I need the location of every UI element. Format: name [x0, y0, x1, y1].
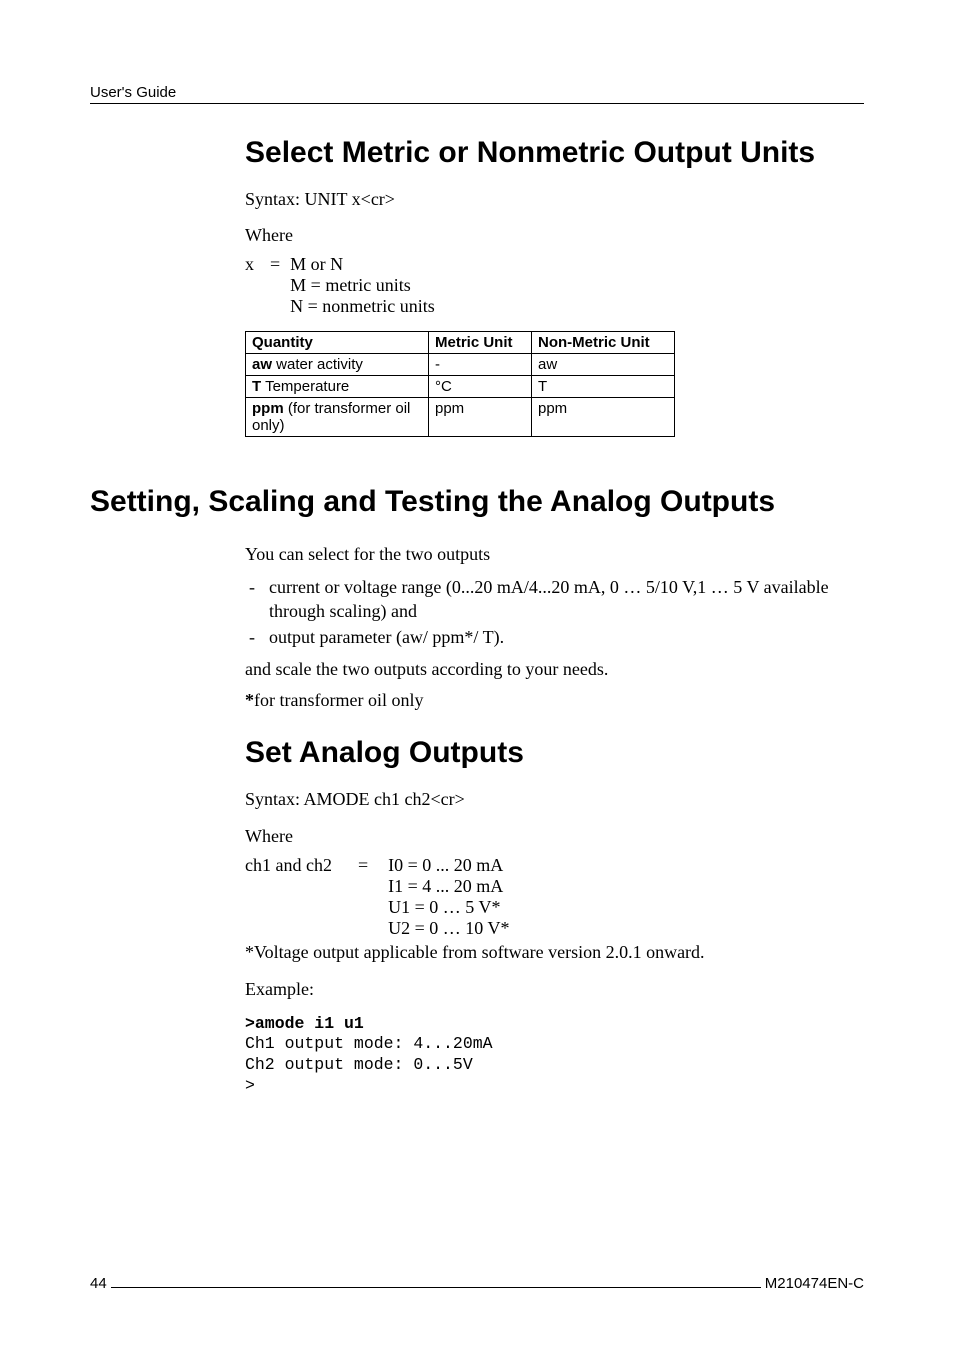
list-item: current or voltage range (0...20 mA/4...… — [245, 575, 864, 624]
footnote-transformer: *for transformer oil only — [245, 689, 864, 712]
code-line-2: Ch1 output mode: 4...20mA — [245, 1034, 493, 1053]
def-val-l1: M or N — [290, 254, 343, 274]
footer-rule — [111, 1287, 761, 1288]
running-header: User's Guide — [90, 84, 864, 104]
table-row: T Temperature °C T — [246, 376, 675, 398]
q-rest: Temperature — [261, 378, 349, 395]
cell-nonmetric: aw — [532, 354, 675, 376]
cell-metric: - — [429, 354, 532, 376]
header-label: User's Guide — [90, 84, 176, 101]
q-bold: aw — [252, 356, 272, 373]
def-l3: U1 = 0 … 5 V* — [388, 897, 500, 917]
q-bold: ppm — [252, 400, 284, 417]
def-val-l3: N = nonmetric units — [290, 296, 435, 316]
q-rest: water activity — [272, 356, 363, 373]
def-var: x — [245, 254, 260, 317]
def-eq: = — [338, 855, 388, 939]
def-l2: I1 = 4 ... 20 mA — [388, 876, 503, 896]
heading-setting-scaling: Setting, Scaling and Testing the Analog … — [90, 485, 864, 519]
syntax-unit: Syntax: UNIT x<cr> — [245, 188, 864, 211]
heading-set-analog: Set Analog Outputs — [245, 736, 864, 770]
example-code-block: >amode i1 u1 Ch1 output mode: 4...20mA C… — [245, 1014, 864, 1097]
def-l4: U2 = 0 … 10 V* — [388, 918, 509, 938]
where-label-1: Where — [245, 225, 864, 246]
cell-nonmetric: ppm — [532, 398, 675, 437]
def-val: M or N M = metric units N = nonmetric un… — [290, 254, 441, 317]
table-row: ppm (for transformer oil only) ppm ppm — [246, 398, 675, 437]
footnote-star: * — [245, 690, 254, 710]
cell-metric: °C — [429, 376, 532, 398]
cell-metric: ppm — [429, 398, 532, 437]
footnote-text: for transformer oil only — [254, 690, 423, 710]
where-label-2: Where — [245, 826, 864, 847]
list-item: output parameter (aw/ ppm*/ T). — [245, 625, 864, 649]
heading-select-metric: Select Metric or Nonmetric Output Units — [245, 136, 864, 170]
intro-para: You can select for the two outputs — [245, 543, 864, 566]
def-l1: I0 = 0 ... 20 mA — [388, 855, 503, 875]
code-line-4: > — [245, 1076, 255, 1095]
th-nonmetric: Non-Metric Unit — [532, 332, 675, 354]
def-var: ch1 and ch2 — [245, 855, 338, 939]
unit-def-table: x = M or N M = metric units N = nonmetri… — [245, 254, 441, 317]
page-number: 44 — [90, 1275, 107, 1292]
document-id: M210474EN-C — [765, 1275, 864, 1292]
example-label: Example: — [245, 978, 864, 1001]
units-table: Quantity Metric Unit Non-Metric Unit aw … — [245, 331, 675, 437]
q-bold: T — [252, 378, 261, 395]
code-line-3: Ch2 output mode: 0...5V — [245, 1055, 473, 1074]
def-val-l2: M = metric units — [290, 275, 411, 295]
output-options-list: current or voltage range (0...20 mA/4...… — [245, 575, 864, 650]
def-eq: = — [260, 254, 290, 317]
header-rule — [176, 84, 864, 101]
def-val: I0 = 0 ... 20 mA I1 = 4 ... 20 mA U1 = 0… — [388, 855, 515, 939]
cell-nonmetric: T — [532, 376, 675, 398]
th-metric: Metric Unit — [429, 332, 532, 354]
th-quantity: Quantity — [246, 332, 429, 354]
code-line-1: >amode i1 u1 — [245, 1014, 364, 1033]
amode-def-table: ch1 and ch2 = I0 = 0 ... 20 mA I1 = 4 ..… — [245, 855, 515, 939]
page-footer: 44 M210474EN-C — [90, 1275, 864, 1292]
voltage-note: *Voltage output applicable from software… — [245, 941, 864, 964]
scale-note: and scale the two outputs according to y… — [245, 658, 864, 681]
syntax-amode: Syntax: AMODE ch1 ch2<cr> — [245, 788, 864, 811]
table-row: aw water activity - aw — [246, 354, 675, 376]
